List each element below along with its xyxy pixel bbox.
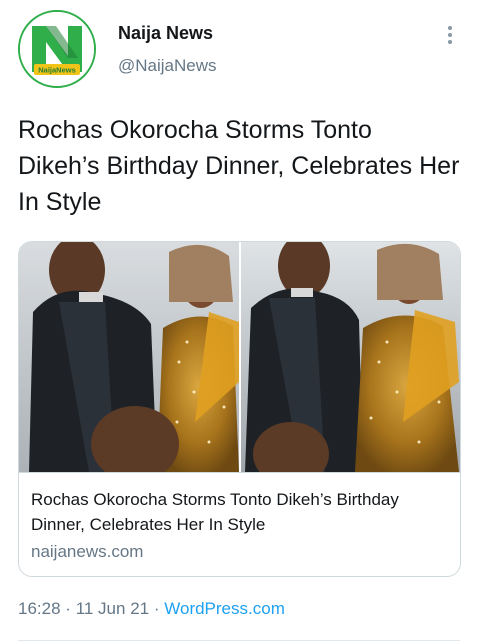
tweet-header: NaijaNews Naija News @NaijaNews	[18, 10, 460, 92]
account-handle[interactable]: @NaijaNews	[118, 56, 217, 76]
card-title: Rochas Okorocha Storms Tonto Dikeh’s Bir…	[31, 490, 399, 534]
tweet-source-link[interactable]: WordPress.com	[164, 599, 285, 618]
account-names: Naija News @NaijaNews	[118, 22, 217, 76]
tweet-date: 11 Jun 21	[75, 599, 150, 618]
avatar[interactable]: NaijaNews	[18, 10, 96, 88]
card-domain: naijanews.com	[31, 542, 144, 561]
tweet-meta: 16:28 · 11 Jun 21 · WordPress.com	[18, 598, 285, 620]
svg-text:NaijaNews: NaijaNews	[38, 66, 76, 75]
divider	[18, 640, 460, 641]
tweet-text: Rochas Okorocha Storms Tonto Dikeh’s Bir…	[18, 116, 460, 216]
tweet-time: 16:28	[18, 599, 61, 618]
more-vertical-icon[interactable]	[446, 24, 454, 46]
card-body[interactable]: Rochas Okorocha Storms Tonto Dikeh’s Bir…	[19, 472, 460, 576]
naija-news-logo-icon: NaijaNews	[20, 12, 94, 86]
display-name[interactable]: Naija News	[118, 22, 217, 44]
link-card[interactable]: Rochas Okorocha Storms Tonto Dikeh’s Bir…	[18, 241, 461, 577]
meta-separator: ·	[153, 599, 160, 618]
card-image[interactable]	[19, 242, 460, 472]
meta-separator: ·	[65, 599, 71, 618]
photo-icon	[19, 242, 460, 472]
